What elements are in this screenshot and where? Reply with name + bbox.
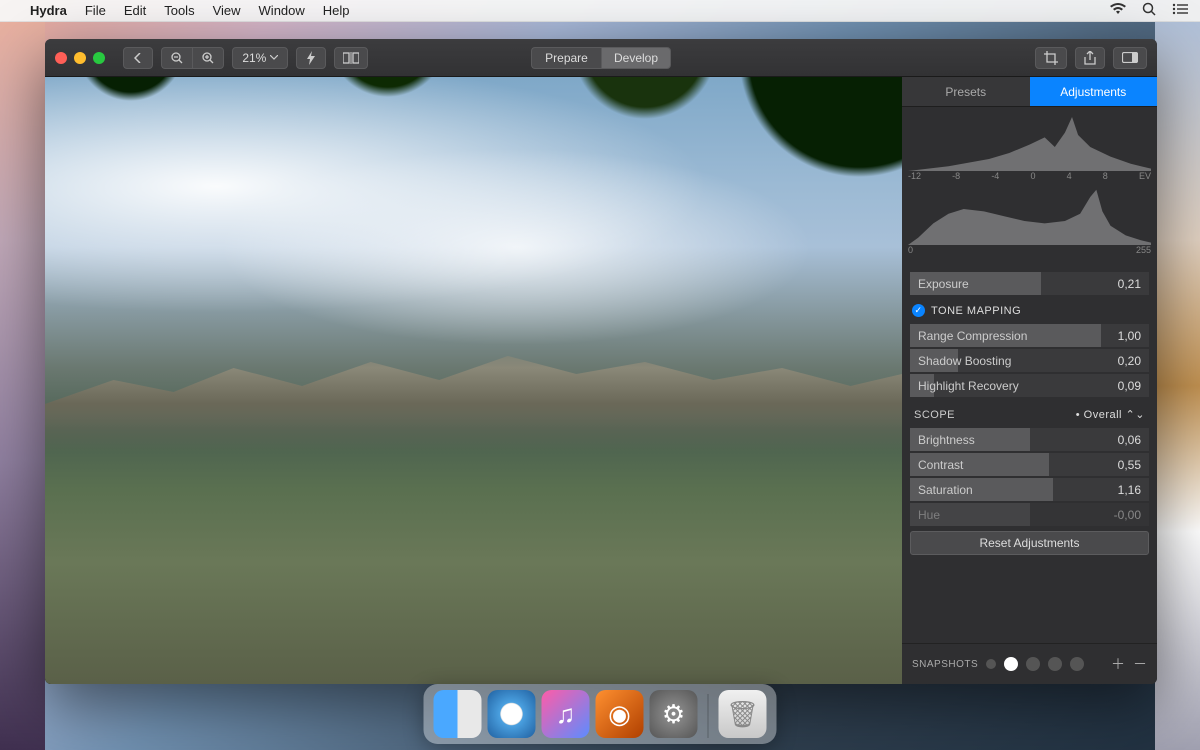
adjustments-sidebar: Presets Adjustments -12-8-4048EV 0255 Ex… <box>902 77 1157 684</box>
snapshot-dot-1[interactable] <box>986 659 996 669</box>
slider-contrast[interactable]: Contrast0,55 <box>910 453 1149 476</box>
crop-button[interactable] <box>1035 47 1067 69</box>
share-button[interactable] <box>1075 47 1105 69</box>
snapshot-dot-5[interactable] <box>1070 657 1084 671</box>
slider-value: 0,21 <box>1118 277 1149 291</box>
snapshot-remove-button[interactable]: － <box>1133 654 1147 674</box>
lum-axis-labels: 0255 <box>902 245 1157 255</box>
dock-app-hydra[interactable]: ◉ <box>596 690 644 738</box>
dock-app-safari[interactable] <box>488 690 536 738</box>
spotlight-icon[interactable] <box>1142 2 1156 19</box>
section-tone-mapping: ✓ TONE MAPPING <box>902 296 1157 323</box>
menubar-item-help[interactable]: Help <box>323 3 350 18</box>
slider-range-compression[interactable]: Range Compression1,00 <box>910 324 1149 347</box>
zoom-level-label: 21% <box>242 51 266 65</box>
tone-mapping-toggle[interactable]: ✓ <box>912 304 925 317</box>
menu-extras-icon[interactable] <box>1172 3 1188 18</box>
slider-saturation[interactable]: Saturation1,16 <box>910 478 1149 501</box>
wifi-icon[interactable] <box>1110 3 1126 18</box>
mode-prepare-tab[interactable]: Prepare <box>531 47 601 69</box>
ev-histogram <box>908 111 1151 171</box>
tab-presets[interactable]: Presets <box>902 77 1030 106</box>
slider-shadow-boosting[interactable]: Shadow Boosting0,20 <box>910 349 1149 372</box>
snapshot-dot-2[interactable] <box>1004 657 1018 671</box>
menubar-app-name[interactable]: Hydra <box>30 3 67 18</box>
snapshot-dot-4[interactable] <box>1048 657 1062 671</box>
slider-exposure[interactable]: Exposure 0,21 <box>910 272 1149 295</box>
tab-adjustments[interactable]: Adjustments <box>1030 77 1158 106</box>
zoom-controls <box>161 47 224 69</box>
zoom-button[interactable] <box>93 52 105 64</box>
ev-axis-labels: -12-8-4048EV <box>902 171 1157 181</box>
desktop-wallpaper-right <box>1155 22 1200 750</box>
mode-develop-tab[interactable]: Develop <box>601 47 671 69</box>
zoom-out-button[interactable] <box>161 47 192 69</box>
photo-preview <box>45 77 902 684</box>
macos-dock: ♫ ◉ ⚙ 🗑 <box>424 684 777 744</box>
nav-back-forward <box>123 47 153 69</box>
slider-brightness[interactable]: Brightness0,06 <box>910 428 1149 451</box>
window-traffic-lights <box>55 52 105 64</box>
dock-app-finder[interactable] <box>434 690 482 738</box>
dock-separator <box>708 694 709 738</box>
compare-button[interactable] <box>334 47 368 69</box>
close-button[interactable] <box>55 52 67 64</box>
menubar-item-view[interactable]: View <box>213 3 241 18</box>
minimize-button[interactable] <box>74 52 86 64</box>
luminance-histogram <box>908 185 1151 245</box>
window-titlebar: 21% Prepare Develop <box>45 39 1157 77</box>
menubar-item-edit[interactable]: Edit <box>124 3 146 18</box>
back-button[interactable] <box>123 47 153 69</box>
snapshot-add-button[interactable]: ＋ <box>1111 654 1125 674</box>
scope-selector: SCOPE • Overall ⌃⌄ <box>902 398 1157 427</box>
image-canvas[interactable] <box>45 77 902 684</box>
menubar-item-window[interactable]: Window <box>259 3 305 18</box>
snapshots-bar: SNAPSHOTS ＋ － <box>902 643 1157 684</box>
menubar-item-file[interactable]: File <box>85 3 106 18</box>
snapshots-title: SNAPSHOTS <box>912 659 978 670</box>
dock-app-music[interactable]: ♫ <box>542 690 590 738</box>
snapshot-dot-3[interactable] <box>1026 657 1040 671</box>
desktop-wallpaper-left <box>0 22 45 750</box>
dock-trash[interactable]: 🗑 <box>719 690 767 738</box>
slider-label: Exposure <box>910 277 1118 291</box>
macos-menubar: Hydra File Edit Tools View Window Help <box>0 0 1200 22</box>
scope-dropdown[interactable]: • Overall ⌃⌄ <box>1076 408 1145 421</box>
slider-highlight-recovery[interactable]: Highlight Recovery0,09 <box>910 374 1149 397</box>
zoom-in-button[interactable] <box>192 47 224 69</box>
toggle-sidebar-button[interactable] <box>1113 47 1147 69</box>
app-window: 21% Prepare Develop Presets Adjustments … <box>45 39 1157 684</box>
scope-title: SCOPE <box>914 409 955 421</box>
menubar-item-tools[interactable]: Tools <box>164 3 194 18</box>
section-title: TONE MAPPING <box>931 305 1021 317</box>
zoom-level-dropdown[interactable]: 21% <box>232 47 288 69</box>
dock-app-settings[interactable]: ⚙ <box>650 690 698 738</box>
slider-hue[interactable]: Hue-0,00 <box>910 503 1149 526</box>
reset-adjustments-button[interactable]: Reset Adjustments <box>910 531 1149 555</box>
mode-segmented-control: Prepare Develop <box>531 47 671 69</box>
process-button[interactable] <box>296 47 326 69</box>
